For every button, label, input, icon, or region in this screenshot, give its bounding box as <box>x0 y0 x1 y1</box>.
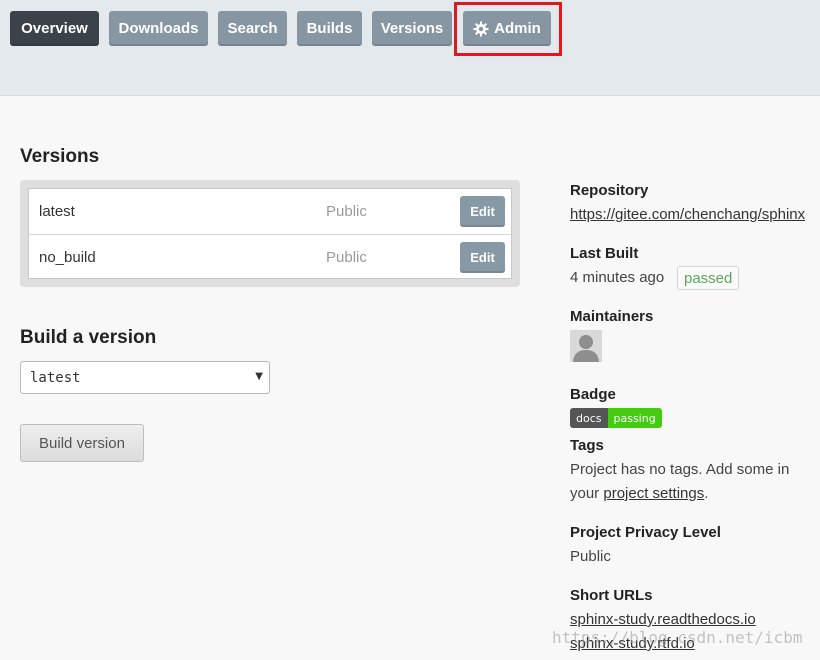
edit-button[interactable]: Edit <box>460 196 505 227</box>
versions-panel: latest Public Edit no_build Public Edit <box>20 180 520 287</box>
tab-builds-label: Builds <box>306 20 353 37</box>
versions-table: latest Public Edit no_build Public Edit <box>28 188 512 279</box>
tab-downloads-label: Downloads <box>118 20 199 37</box>
tab-search[interactable]: Search <box>218 11 287 46</box>
maintainers-heading: Maintainers <box>570 308 654 325</box>
version-privacy: Public <box>326 203 367 220</box>
build-status-badge[interactable]: passed <box>677 266 740 290</box>
tags-text-line1: Project has no tags. Add some in <box>570 461 790 478</box>
privacy-value: Public <box>570 548 611 565</box>
last-built-time: 4 minutes ago <box>570 269 665 286</box>
repository-link[interactable]: https://gitee.com/chenchang/sphinx <box>570 206 805 223</box>
repository-heading: Repository <box>570 182 649 199</box>
admin-highlight-box <box>454 2 562 56</box>
tab-versions[interactable]: Versions <box>372 11 452 46</box>
tab-versions-label: Versions <box>380 20 444 37</box>
tags-prefix: your <box>570 485 604 502</box>
versions-heading: Versions <box>20 146 100 167</box>
project-settings-link[interactable]: project settings <box>603 485 704 502</box>
tab-overview[interactable]: Overview <box>10 11 99 46</box>
build-version-heading: Build a version <box>20 327 157 348</box>
tags-heading: Tags <box>570 437 604 454</box>
version-privacy: Public <box>326 248 367 266</box>
build-version-button[interactable]: Build version <box>20 424 144 462</box>
short-urls-heading: Short URLs <box>570 587 653 604</box>
version-row: no_build Public Edit <box>29 234 511 279</box>
maintainer-avatar[interactable] <box>570 330 602 362</box>
privacy-heading: Project Privacy Level <box>570 524 721 541</box>
version-select-value: latest <box>30 369 81 386</box>
docs-status-badge[interactable]: docs passing <box>570 408 662 428</box>
project-header: Overview Downloads Search Builds Version… <box>0 0 820 96</box>
badge-heading: Badge <box>570 386 616 403</box>
tab-overview-label: Overview <box>21 20 88 37</box>
edit-button[interactable]: Edit <box>460 242 505 273</box>
tags-suffix: . <box>704 485 709 502</box>
docs-badge-status: passing <box>607 408 662 428</box>
version-select[interactable]: latest ▼ <box>20 361 270 394</box>
watermark: https://blog.csdn.net/icbm <box>552 628 803 647</box>
user-silhouette-icon <box>570 330 602 362</box>
docs-badge-label: docs <box>570 408 608 428</box>
tab-builds[interactable]: Builds <box>297 11 362 46</box>
tags-text-line2: your project settings. <box>570 485 708 502</box>
last-built-heading: Last Built <box>570 245 639 262</box>
version-name[interactable]: no_build <box>39 249 96 266</box>
short-url-readthedocs[interactable]: sphinx-study.readthedocs.io <box>570 611 756 628</box>
tab-downloads[interactable]: Downloads <box>109 11 208 46</box>
version-name[interactable]: latest <box>39 203 75 220</box>
caret-down-icon: ▼ <box>255 371 263 382</box>
version-row: latest Public Edit <box>29 189 511 234</box>
tab-search-label: Search <box>227 20 278 37</box>
